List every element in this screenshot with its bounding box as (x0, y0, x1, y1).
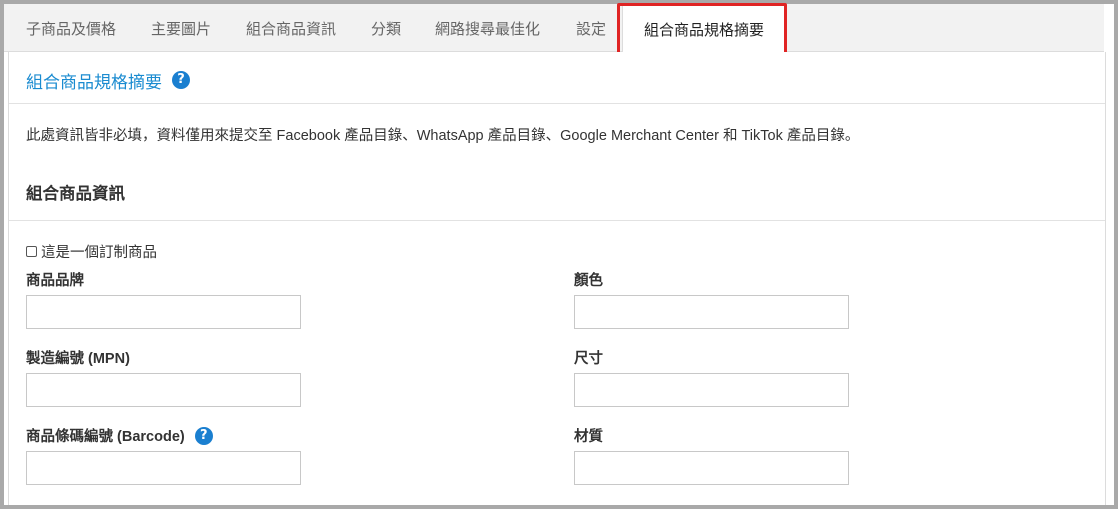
size-input[interactable] (574, 373, 849, 407)
material-input[interactable] (574, 451, 849, 485)
mpn-label: 製造編號 (MPN) (26, 347, 130, 368)
material-label: 材質 (574, 425, 603, 446)
barcode-input[interactable] (26, 451, 301, 485)
mpn-input[interactable] (26, 373, 301, 407)
tab-categories[interactable]: 分類 (371, 4, 401, 52)
barcode-help-icon[interactable]: ? (194, 426, 213, 445)
tab-bar: 子商品及價格 主要圖片 組合商品資訊 分類 網路搜尋最佳化 設定 組合商品規格摘… (4, 4, 1104, 52)
brand-input[interactable] (26, 295, 301, 329)
divider (9, 220, 1105, 221)
custom-product-checkbox-row[interactable]: 這是一個訂制商品 (26, 241, 157, 262)
size-label: 尺寸 (574, 347, 603, 368)
tab-bundle-spec-summary[interactable]: 組合商品規格摘要 (622, 4, 786, 52)
color-label: 顏色 (574, 269, 603, 290)
size-label-text: 尺寸 (574, 351, 603, 367)
section-description: 此處資訊皆非必填，資料僅用來提交至 Facebook 產品目錄、WhatsApp… (26, 128, 860, 144)
barcode-label-text: 商品條碼編號 (Barcode) (26, 429, 185, 445)
tab-settings[interactable]: 設定 (576, 4, 606, 52)
tab-bundle-info[interactable]: 組合商品資訊 (246, 4, 336, 52)
tab-seo[interactable]: 網路搜尋最佳化 (435, 4, 540, 52)
bundle-info-heading: 組合商品資訊 (26, 185, 125, 203)
divider (9, 103, 1105, 104)
material-label-text: 材質 (574, 429, 603, 445)
custom-product-checkbox[interactable] (26, 246, 37, 257)
brand-label-text: 商品品牌 (26, 273, 84, 289)
section-title: 組合商品規格摘要 (26, 73, 162, 92)
tab-variants-pricing[interactable]: 子商品及價格 (26, 4, 116, 52)
custom-product-label: 這是一個訂制商品 (41, 245, 157, 261)
color-label-text: 顏色 (574, 273, 603, 289)
color-input[interactable] (574, 295, 849, 329)
tab-main-images[interactable]: 主要圖片 (151, 4, 211, 52)
brand-label: 商品品牌 (26, 269, 84, 290)
mpn-label-text: 製造編號 (MPN) (26, 351, 130, 367)
help-icon[interactable]: ? (172, 71, 190, 89)
barcode-label: 商品條碼編號 (Barcode) ? (26, 425, 213, 446)
